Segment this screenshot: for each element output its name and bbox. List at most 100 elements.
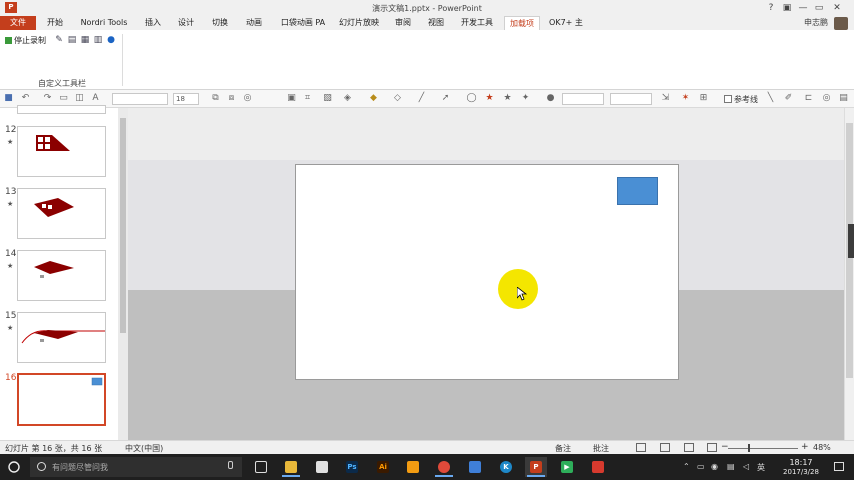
tray-battery-icon[interactable]: ▤ (727, 462, 735, 471)
font-name-box[interactable] (112, 93, 168, 105)
microphone-icon[interactable] (228, 461, 233, 469)
taskbar-powerpoint[interactable]: P (525, 457, 547, 477)
taskbar-illustrator[interactable]: Ai (372, 457, 394, 477)
zoom-level[interactable]: 48% (813, 443, 831, 452)
snap-icon[interactable]: ╲ (765, 93, 776, 104)
user-name[interactable]: 申志鹏 (804, 17, 828, 28)
tray-network-icon[interactable]: ▭ (697, 462, 705, 471)
reading-view-icon[interactable] (684, 443, 694, 452)
zoom-out-button[interactable]: − (721, 442, 729, 452)
zoom-in-button[interactable]: + (801, 442, 809, 452)
save-icon[interactable]: ■ (3, 93, 14, 104)
side-panel-handle[interactable] (848, 224, 854, 258)
format-painter-icon[interactable]: ▭ (58, 93, 69, 104)
tab-ok7-plugin[interactable]: OK7+ 主 (546, 16, 586, 30)
task-view-button[interactable] (250, 457, 272, 477)
redo-icon[interactable]: ↷ (42, 93, 53, 104)
height-box[interactable] (610, 93, 652, 105)
reference-line-checkbox[interactable]: 参考线 (724, 94, 758, 105)
clock-time[interactable]: 18:17 (786, 458, 816, 467)
arrow-icon[interactable]: ➚ (440, 93, 451, 104)
stop-circle-icon[interactable]: ● (545, 93, 556, 104)
tab-home[interactable]: 开始 (42, 16, 68, 30)
tab-insert[interactable]: 插入 (140, 16, 166, 30)
thumbnail-scrollbar[interactable] (118, 108, 128, 440)
width-box[interactable] (562, 93, 604, 105)
color-picker-icon[interactable]: ✶ (680, 93, 691, 104)
align-icon[interactable]: ⇲ (660, 93, 671, 104)
cortana-search-box[interactable]: 有问题尽管问我 (30, 457, 242, 477)
undo-icon[interactable]: ↶ (20, 93, 31, 104)
thumbnail-scroll-thumb[interactable] (120, 118, 126, 333)
minimize-button[interactable]: — (796, 2, 810, 14)
tray-app-icon[interactable]: ◉ (711, 462, 718, 471)
tools-icon[interactable]: ✎ (54, 35, 64, 45)
image-icon[interactable]: ▧ (322, 93, 333, 104)
slide-thumbnail-16[interactable] (17, 373, 106, 426)
ruler-icon[interactable]: ▤ (67, 35, 77, 45)
outline-icon[interactable]: ◇ (392, 93, 403, 104)
align-left-icon[interactable]: ⊏ (803, 93, 814, 104)
star-outline-icon[interactable]: ✦ (520, 93, 531, 104)
taskbar-store[interactable] (311, 457, 333, 477)
taskbar-app-red-green[interactable] (587, 457, 609, 477)
taskbar-chrome[interactable] (433, 457, 455, 477)
tab-slideshow[interactable]: 幻灯片放映 (336, 16, 382, 30)
taskbar-file-explorer[interactable] (280, 457, 302, 477)
tab-nordri-tools[interactable]: Nordri Tools (74, 16, 134, 30)
stop-recording-button[interactable]: 停止录制 (5, 35, 46, 46)
tab-addins[interactable]: 加载项 (504, 16, 540, 30)
shape-icon[interactable]: ◫ (74, 93, 85, 104)
more-icon[interactable]: ▤ (838, 93, 849, 104)
effects-icon[interactable]: ◈ (342, 93, 353, 104)
workspace-scrollbar[interactable] (844, 108, 854, 440)
slide-thumbnail-15[interactable] (17, 312, 106, 363)
tab-transitions[interactable]: 切换 (206, 16, 234, 30)
taskbar-app-blue[interactable] (464, 457, 486, 477)
notes-button[interactable]: 备注 (555, 443, 571, 454)
language-indicator[interactable]: 中文(中国) (125, 443, 163, 454)
slide-canvas[interactable] (295, 164, 679, 380)
slide-thumbnail-12[interactable] (17, 126, 106, 177)
tray-expand-icon[interactable]: ⌃ (683, 462, 690, 471)
font-color-icon[interactable]: A (90, 93, 101, 104)
circle-icon[interactable]: ◯ (466, 93, 477, 104)
font-size-box[interactable]: 18 (173, 93, 199, 105)
maximize-button[interactable]: ▭ (812, 2, 826, 14)
fill-icon[interactable]: ◆ (368, 93, 379, 104)
clock-date[interactable]: 2017/3/28 (776, 468, 826, 476)
taskbar-photoshop[interactable]: Ps (341, 457, 363, 477)
blue-rectangle-shape[interactable] (617, 177, 658, 205)
normal-view-icon[interactable] (636, 443, 646, 452)
brush-icon[interactable]: ✐ (783, 93, 794, 104)
distribute-icon[interactable]: ⊞ (698, 93, 709, 104)
taskbar-k-app[interactable]: K (495, 457, 517, 477)
slide-sorter-view-icon[interactable] (660, 443, 670, 452)
close-button[interactable]: ✕ (830, 2, 844, 14)
line-icon[interactable]: ╱ (416, 93, 427, 104)
zoom-slider[interactable] (728, 448, 798, 449)
group-icon[interactable]: ⧉ (210, 93, 221, 104)
tab-file[interactable]: 文件 (0, 16, 36, 30)
slide-thumbnail-14[interactable] (17, 250, 106, 301)
slide-thumbnail-13[interactable] (17, 188, 106, 239)
user-avatar[interactable] (834, 17, 848, 30)
tab-pocket-animation[interactable]: 口袋动画 PA (276, 16, 330, 30)
star-icon[interactable]: ★ (502, 93, 513, 104)
crop-icon[interactable]: ⌗ (302, 93, 313, 104)
tray-ime-indicator[interactable]: 英 (757, 462, 765, 473)
ribbon-display-options-icon[interactable]: ▣ (780, 2, 794, 14)
tab-view[interactable]: 视图 (422, 16, 450, 30)
windows-start-icon[interactable] (8, 461, 20, 473)
target-icon[interactable]: ◎ (821, 93, 832, 104)
macro-icon[interactable]: ▦ (80, 35, 90, 45)
rotate-icon[interactable]: ◎ (242, 93, 253, 104)
zoom-slider-thumb[interactable] (748, 444, 750, 452)
notifications-icon[interactable] (834, 462, 844, 471)
tray-volume-icon[interactable]: ◁ (743, 462, 749, 471)
slide-thumbnail-11[interactable] (17, 105, 106, 114)
picture-icon[interactable]: ▣ (286, 93, 297, 104)
tab-developer[interactable]: 开发工具 (456, 16, 498, 30)
tab-review[interactable]: 审阅 (390, 16, 416, 30)
help-icon[interactable]: ? (764, 2, 778, 14)
